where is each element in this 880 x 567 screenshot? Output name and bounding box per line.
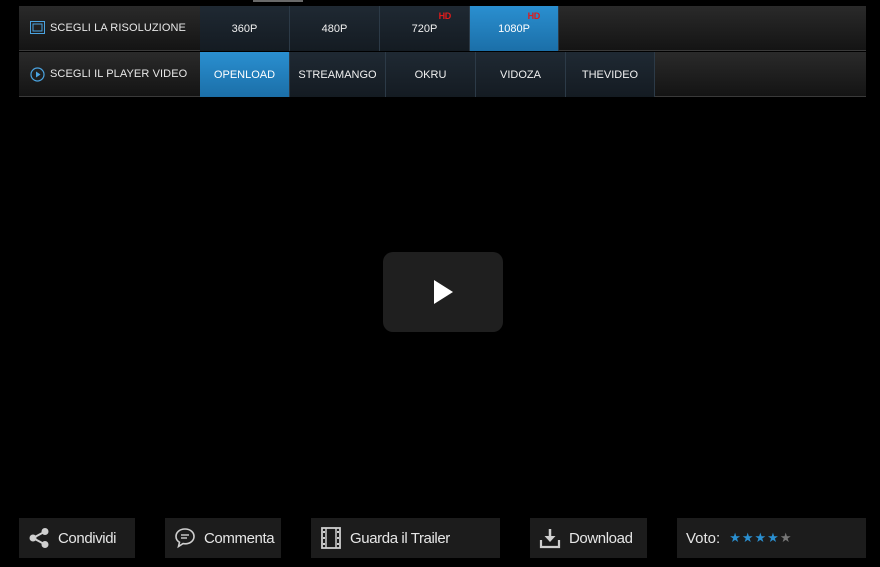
comment-label: Commenta	[204, 529, 275, 547]
player-streamango[interactable]: STREAMANGO	[290, 52, 386, 97]
trailer-label: Guarda il Trailer	[350, 529, 450, 547]
share-button[interactable]: Condividi	[19, 518, 135, 558]
resolution-480p[interactable]: 480P	[290, 6, 380, 51]
player-thevideo[interactable]: THEVIDEO	[566, 52, 655, 97]
player-label: SCEGLI IL PLAYER VIDEO	[50, 68, 188, 80]
resolution-option-label: 720P	[411, 22, 438, 35]
download-label: Download	[569, 529, 633, 547]
resolution-option-label: 360P	[231, 22, 258, 35]
play-circle-icon	[30, 66, 45, 82]
player-option-label: OPENLOAD	[213, 68, 276, 81]
rating-stars[interactable]: ★ ★ ★ ★ ★	[729, 531, 792, 546]
download-icon	[539, 527, 561, 549]
player-okru[interactable]: OKRU	[386, 52, 476, 97]
resolution-bar: SCEGLI LA RISOLUZIONE 360P 480P 720P HD …	[19, 6, 866, 51]
download-button[interactable]: Download	[530, 518, 647, 558]
player-option-label: OKRU	[414, 68, 447, 81]
resolution-option-label: 1080P	[498, 22, 530, 35]
star-icon[interactable]: ★	[780, 531, 792, 546]
film-icon	[320, 527, 342, 549]
share-label: Condividi	[58, 529, 117, 547]
resolution-label-group: SCEGLI LA RISOLUZIONE	[19, 6, 200, 50]
play-icon	[432, 279, 454, 305]
player-option-label: THEVIDEO	[581, 68, 639, 81]
vote-box: Voto: ★ ★ ★ ★ ★	[677, 518, 866, 558]
share-icon	[28, 527, 50, 549]
player-bar: SCEGLI IL PLAYER VIDEO OPENLOAD STREAMAN…	[19, 52, 866, 97]
vote-label: Voto:	[686, 529, 721, 547]
star-icon[interactable]: ★	[742, 531, 754, 546]
trailer-button[interactable]: Guarda il Trailer	[311, 518, 500, 558]
player-vidoza[interactable]: VIDOZA	[476, 52, 566, 97]
player-label-group: SCEGLI IL PLAYER VIDEO	[19, 52, 200, 96]
comment-button[interactable]: Commenta	[165, 518, 281, 558]
comment-icon	[174, 527, 196, 549]
player-option-label: VIDOZA	[500, 68, 541, 81]
play-button[interactable]	[383, 252, 503, 332]
player-openload[interactable]: OPENLOAD	[200, 52, 290, 97]
top-tab-indicator	[253, 0, 303, 2]
star-icon[interactable]: ★	[755, 531, 767, 546]
star-icon[interactable]: ★	[729, 531, 741, 546]
resolution-720p[interactable]: 720P HD	[380, 6, 470, 51]
star-icon[interactable]: ★	[767, 531, 779, 546]
resolution-icon	[30, 20, 45, 36]
player-option-label: STREAMANGO	[298, 68, 377, 81]
hd-badge: HD	[438, 11, 452, 21]
hd-badge: HD	[527, 11, 541, 21]
resolution-label: SCEGLI LA RISOLUZIONE	[50, 22, 186, 34]
resolution-option-label: 480P	[321, 22, 348, 35]
resolution-360p[interactable]: 360P	[200, 6, 290, 51]
resolution-1080p[interactable]: 1080P HD	[470, 6, 559, 51]
